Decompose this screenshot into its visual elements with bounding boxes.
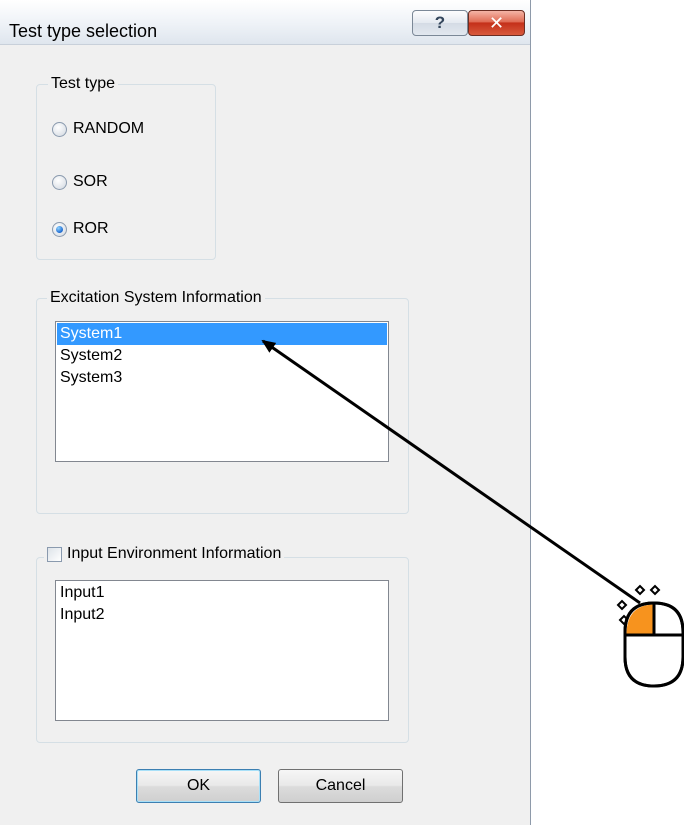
annotation-arrow <box>261 339 641 605</box>
annotation-overlay <box>261 339 684 688</box>
mouse-left-click-icon <box>616 584 684 688</box>
